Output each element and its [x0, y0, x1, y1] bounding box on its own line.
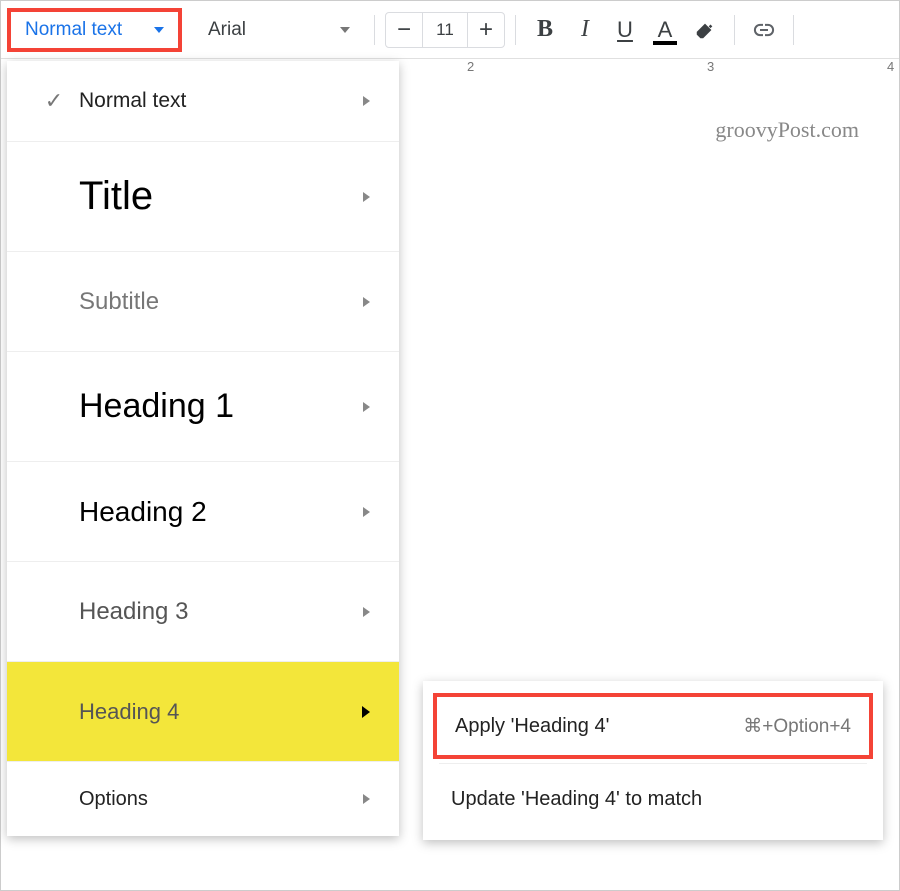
style-option-subtitle[interactable]: Subtitle — [7, 251, 399, 351]
increase-font-size-button[interactable]: + — [468, 13, 504, 47]
insert-link-button[interactable] — [745, 11, 783, 49]
underline-button[interactable]: U — [606, 11, 644, 49]
separator — [734, 15, 735, 45]
style-option-heading-4[interactable]: Heading 4 — [7, 661, 399, 761]
submenu-item-label: Update 'Heading 4' to match — [451, 788, 702, 811]
style-option-label: Heading 3 — [79, 598, 351, 626]
style-option-title[interactable]: Title — [7, 141, 399, 251]
submenu-arrow-icon — [351, 96, 381, 106]
ruler-tick: 2 — [467, 59, 474, 74]
italic-button[interactable]: I — [566, 11, 604, 49]
caret-down-icon — [340, 27, 350, 33]
font-family-dropdown[interactable]: Arial — [194, 11, 364, 49]
submenu-item-label: Apply 'Heading 4' — [455, 715, 609, 738]
style-option-heading-2[interactable]: Heading 2 — [7, 461, 399, 561]
style-option-label: Heading 2 — [79, 496, 351, 528]
font-size-group: − 11 + — [385, 12, 505, 48]
caret-down-icon — [154, 27, 164, 33]
text-color-button[interactable]: A — [646, 11, 684, 49]
style-option-label: Options — [79, 788, 351, 811]
submenu-arrow-icon — [351, 402, 381, 412]
highlight-color-button[interactable] — [686, 11, 724, 49]
separator — [374, 15, 375, 45]
paragraph-style-label: Normal text — [25, 19, 122, 41]
bold-button[interactable]: B — [526, 11, 564, 49]
font-family-label: Arial — [208, 19, 246, 41]
separator — [793, 15, 794, 45]
watermark: groovyPost.com — [715, 117, 859, 143]
heading-4-submenu: Apply 'Heading 4' ⌘+Option+4 Update 'Hea… — [423, 681, 883, 840]
submenu-arrow-icon — [351, 794, 381, 804]
decrease-font-size-button[interactable]: − — [386, 13, 422, 47]
style-option-normal-text[interactable]: ✓ Normal text — [7, 61, 399, 141]
highlighter-icon — [694, 19, 716, 41]
style-option-label: Title — [79, 174, 351, 219]
submenu-arrow-icon — [351, 192, 381, 202]
style-option-heading-3[interactable]: Heading 3 — [7, 561, 399, 661]
submenu-arrow-icon — [351, 297, 381, 307]
style-option-label: Normal text — [79, 89, 351, 113]
separator — [439, 763, 867, 764]
update-heading-4-item[interactable]: Update 'Heading 4' to match — [423, 766, 883, 832]
font-size-input[interactable]: 11 — [422, 13, 468, 47]
check-icon: ✓ — [29, 88, 79, 114]
apply-heading-4-item[interactable]: Apply 'Heading 4' ⌘+Option+4 — [433, 693, 873, 759]
submenu-arrow-icon — [351, 507, 381, 517]
link-icon — [752, 18, 776, 42]
paragraph-styles-menu: ✓ Normal text Title Subtitle Heading 1 H… — [7, 61, 399, 836]
style-option-heading-1[interactable]: Heading 1 — [7, 351, 399, 461]
submenu-arrow-icon — [351, 706, 381, 718]
keyboard-shortcut: ⌘+Option+4 — [743, 715, 851, 738]
ruler-tick: 3 — [707, 59, 714, 74]
separator — [515, 15, 516, 45]
style-option-label: Heading 4 — [79, 699, 351, 725]
toolbar: Normal text Arial − 11 + B I U A — [1, 1, 899, 59]
style-option-label: Subtitle — [79, 288, 351, 316]
style-option-options[interactable]: Options — [7, 761, 399, 836]
ruler-tick: 4 — [887, 59, 894, 74]
paragraph-style-dropdown[interactable]: Normal text — [7, 8, 182, 52]
submenu-arrow-icon — [351, 607, 381, 617]
style-option-label: Heading 1 — [79, 387, 351, 426]
